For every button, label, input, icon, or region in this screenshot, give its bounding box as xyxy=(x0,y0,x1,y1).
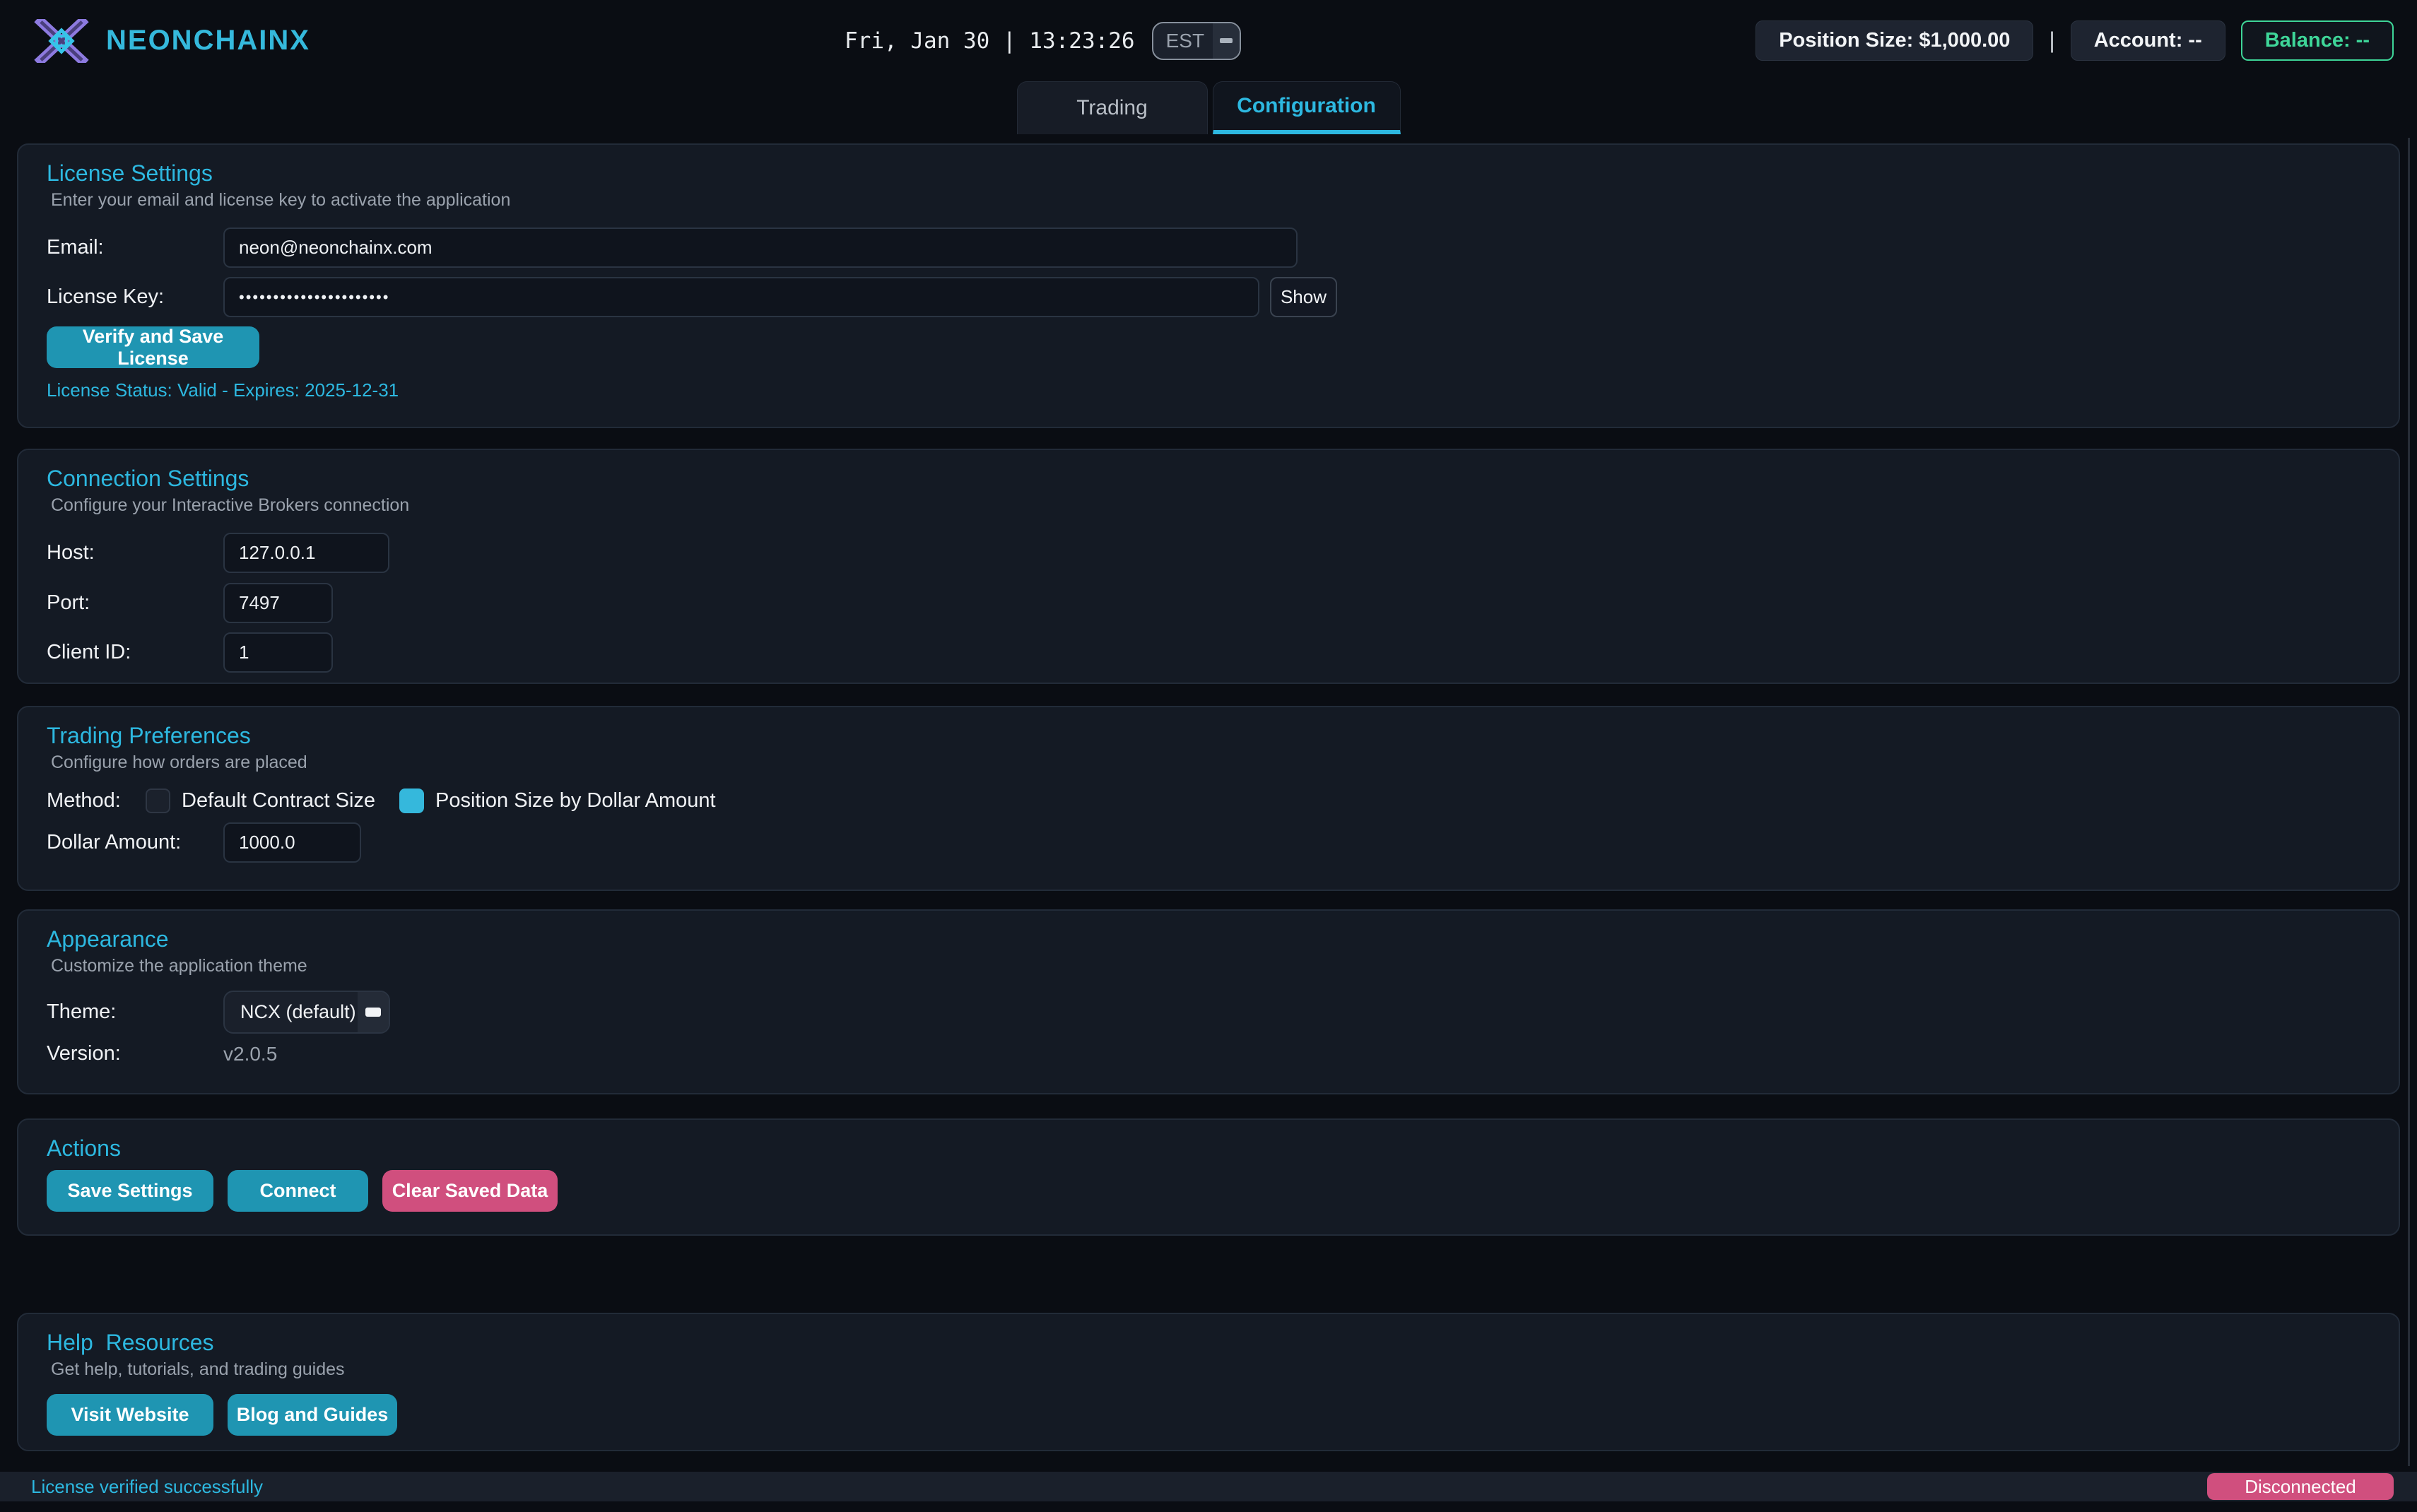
balance-display: Balance: -- xyxy=(2241,20,2394,61)
account-display: Account: -- xyxy=(2071,20,2225,61)
client-id-field[interactable] xyxy=(223,632,333,673)
clock-datetime: Fri, Jan 30 | 13:23:26 xyxy=(845,28,1135,54)
theme-row: Theme: NCX (default) xyxy=(47,991,2370,1034)
neonchainx-logo-icon xyxy=(34,19,89,63)
connection-status-badge: Disconnected xyxy=(2207,1473,2394,1500)
port-field[interactable] xyxy=(223,583,333,623)
dollar-amount-label: Dollar Amount: xyxy=(47,831,223,854)
status-bar: License verified successfully Disconnect… xyxy=(0,1472,2417,1501)
email-label: Email: xyxy=(47,236,223,259)
theme-label: Theme: xyxy=(47,1000,223,1024)
trading-preferences-panel: Trading Preferences Configure how orders… xyxy=(17,706,2400,891)
license-settings-panel: License Settings Enter your email and li… xyxy=(17,143,2400,428)
license-key-label: License Key: xyxy=(47,285,223,309)
appearance-subtitle: Customize the application theme xyxy=(51,956,2370,976)
default-contract-size-checkbox[interactable] xyxy=(146,789,170,813)
clock: Fri, Jan 30 | 13:23:26 EST xyxy=(845,0,1241,81)
dropdown-arrow-icon[interactable] xyxy=(358,992,389,1032)
client-id-row: Client ID: xyxy=(47,632,2370,673)
configuration-page: License Settings Enter your email and li… xyxy=(0,134,2417,1451)
visit-website-button[interactable]: Visit Website xyxy=(47,1394,213,1436)
version-value: v2.0.5 xyxy=(223,1043,277,1065)
actions-title: Actions xyxy=(47,1135,2370,1162)
blog-and-guides-button[interactable]: Blog and Guides xyxy=(228,1394,397,1436)
license-key-row: License Key: Show xyxy=(47,277,2370,317)
appearance-panel: Appearance Customize the application the… xyxy=(17,909,2400,1094)
connect-button[interactable]: Connect xyxy=(228,1170,368,1212)
brand-name: NEONCHAINX xyxy=(106,25,310,57)
connection-settings-title: Connection Settings xyxy=(47,466,2370,492)
method-row: Method: Default Contract Size Position S… xyxy=(47,789,2370,813)
license-settings-title: License Settings xyxy=(47,160,2370,187)
client-id-label: Client ID: xyxy=(47,641,223,664)
connection-settings-subtitle: Configure your Interactive Brokers conne… xyxy=(51,495,2370,516)
port-label: Port: xyxy=(47,591,223,615)
dollar-amount-row: Dollar Amount: xyxy=(47,822,2370,863)
dropdown-dash-icon xyxy=(365,1008,381,1017)
save-settings-button[interactable]: Save Settings xyxy=(47,1170,213,1212)
show-license-key-button[interactable]: Show xyxy=(1270,277,1337,317)
position-size-display: Position Size: $1,000.00 xyxy=(1756,20,2033,61)
version-row: Version: v2.0.5 xyxy=(47,1042,2370,1065)
dollar-amount-field[interactable] xyxy=(223,822,361,863)
verify-row: Verify and Save License xyxy=(47,326,2370,368)
position-size-dollar-label: Position Size by Dollar Amount xyxy=(435,789,716,813)
header: NEONCHAINX Fri, Jan 30 | 13:23:26 EST Po… xyxy=(0,0,2417,81)
tab-bar: Trading Configuration xyxy=(0,81,2417,134)
help-resources-subtitle: Get help, tutorials, and trading guides xyxy=(51,1359,2370,1380)
scrollbar[interactable] xyxy=(2408,138,2410,1466)
host-field[interactable] xyxy=(223,533,389,573)
trading-preferences-title: Trading Preferences xyxy=(47,723,2370,749)
brand: NEONCHAINX xyxy=(34,0,310,81)
email-row: Email: xyxy=(47,228,2370,268)
help-resources-panel: Help Resources Get help, tutorials, and … xyxy=(17,1313,2400,1451)
header-status-group: Position Size: $1,000.00 | Account: -- B… xyxy=(1756,0,2394,81)
theme-select[interactable]: NCX (default) xyxy=(223,991,390,1034)
clear-saved-data-button[interactable]: Clear Saved Data xyxy=(382,1170,558,1212)
tab-trading[interactable]: Trading xyxy=(1017,81,1208,134)
help-resources-title: Help Resources xyxy=(47,1330,2370,1356)
timezone-value: EST xyxy=(1153,30,1213,52)
actions-panel: Actions Save Settings Connect Clear Save… xyxy=(17,1118,2400,1236)
dropdown-dash-icon xyxy=(1220,38,1233,43)
method-label: Method: xyxy=(47,789,146,813)
help-buttons: Visit Website Blog and Guides xyxy=(47,1394,2370,1436)
tab-configuration[interactable]: Configuration xyxy=(1213,81,1401,134)
actions-buttons: Save Settings Connect Clear Saved Data xyxy=(47,1170,2370,1212)
timezone-select[interactable]: EST xyxy=(1152,22,1241,60)
version-label: Version: xyxy=(47,1042,223,1065)
email-field[interactable] xyxy=(223,228,1298,268)
status-message: License verified successfully xyxy=(31,1476,263,1498)
verify-and-save-license-button[interactable]: Verify and Save License xyxy=(47,326,259,368)
default-contract-size-label: Default Contract Size xyxy=(182,789,375,813)
license-key-field[interactable] xyxy=(223,277,1259,317)
position-size-dollar-checkbox[interactable] xyxy=(399,789,424,813)
connection-settings-panel: Connection Settings Configure your Inter… xyxy=(17,449,2400,684)
host-label: Host: xyxy=(47,541,223,565)
theme-value: NCX (default) xyxy=(225,1001,358,1023)
trading-preferences-subtitle: Configure how orders are placed xyxy=(51,752,2370,773)
header-separator: | xyxy=(2049,28,2054,54)
host-row: Host: xyxy=(47,533,2370,573)
license-status-text: License Status: Valid - Expires: 2025-12… xyxy=(47,379,2370,401)
port-row: Port: xyxy=(47,583,2370,623)
appearance-title: Appearance xyxy=(47,926,2370,952)
dropdown-arrow-icon[interactable] xyxy=(1213,23,1240,59)
license-settings-subtitle: Enter your email and license key to acti… xyxy=(51,190,2370,211)
